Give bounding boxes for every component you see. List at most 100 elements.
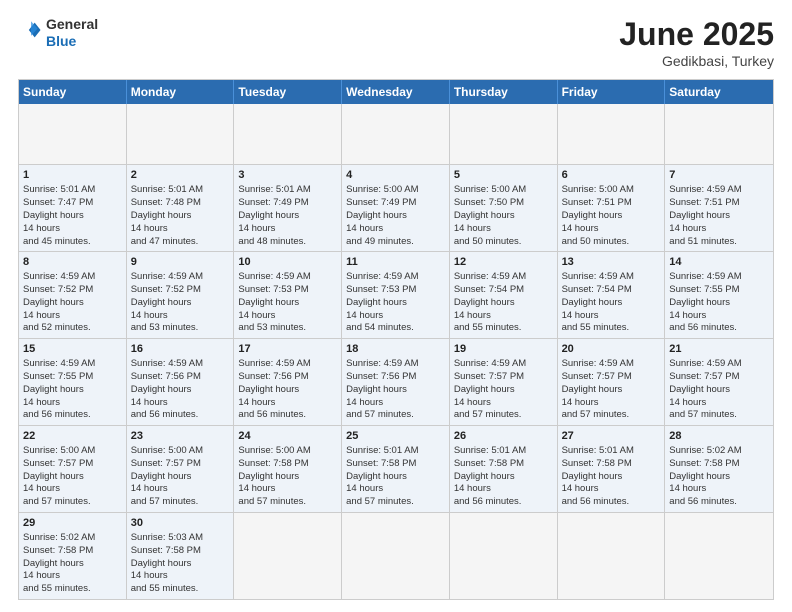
daylight-hours: 14 hours: [238, 397, 337, 410]
sunset-text: Sunset: 7:55 PM: [23, 371, 122, 384]
sunset-text: Sunset: 7:53 PM: [346, 284, 445, 297]
daylight-hours: 14 hours: [562, 310, 661, 323]
cal-cell: 20Sunrise: 4:59 AMSunset: 7:57 PMDayligh…: [558, 339, 666, 425]
daylight-minutes: and 56 minutes.: [238, 409, 337, 422]
cal-cell: [450, 104, 558, 164]
sunset-text: Sunset: 7:52 PM: [23, 284, 122, 297]
daylight-label: Daylight hours: [131, 558, 230, 571]
sunset-text: Sunset: 7:54 PM: [454, 284, 553, 297]
daylight-label: Daylight hours: [562, 210, 661, 223]
cal-cell: 16Sunrise: 4:59 AMSunset: 7:56 PMDayligh…: [127, 339, 235, 425]
sunset-text: Sunset: 7:51 PM: [562, 197, 661, 210]
week-row-5: 29Sunrise: 5:02 AMSunset: 7:58 PMDayligh…: [19, 512, 773, 599]
sunset-text: Sunset: 7:58 PM: [454, 458, 553, 471]
day-number: 10: [238, 255, 337, 270]
daylight-minutes: and 53 minutes.: [131, 322, 230, 335]
daylight-minutes: and 56 minutes.: [131, 409, 230, 422]
sunset-text: Sunset: 7:58 PM: [669, 458, 769, 471]
daylight-hours: 14 hours: [669, 310, 769, 323]
daylight-label: Daylight hours: [23, 297, 122, 310]
sunset-text: Sunset: 7:58 PM: [23, 545, 122, 558]
daylight-label: Daylight hours: [131, 210, 230, 223]
daylight-minutes: and 52 minutes.: [23, 322, 122, 335]
daylight-hours: 14 hours: [23, 483, 122, 496]
logo-general: General: [46, 16, 98, 32]
day-number: 7: [669, 168, 769, 183]
daylight-minutes: and 56 minutes.: [669, 322, 769, 335]
cal-cell: 23Sunrise: 5:00 AMSunset: 7:57 PMDayligh…: [127, 426, 235, 512]
daylight-hours: 14 hours: [454, 310, 553, 323]
day-number: 20: [562, 342, 661, 357]
day-number: 9: [131, 255, 230, 270]
cal-cell: 1Sunrise: 5:01 AMSunset: 7:47 PMDaylight…: [19, 165, 127, 251]
cal-cell: 19Sunrise: 4:59 AMSunset: 7:57 PMDayligh…: [450, 339, 558, 425]
daylight-hours: 14 hours: [454, 397, 553, 410]
sunset-text: Sunset: 7:49 PM: [238, 197, 337, 210]
sunrise-text: Sunrise: 4:59 AM: [454, 271, 553, 284]
daylight-minutes: and 57 minutes.: [131, 496, 230, 509]
daylight-hours: 14 hours: [669, 223, 769, 236]
daylight-hours: 14 hours: [131, 483, 230, 496]
daylight-minutes: and 55 minutes.: [454, 322, 553, 335]
header: General Blue June 2025 Gedikbasi, Turkey: [18, 16, 774, 69]
sunset-text: Sunset: 7:53 PM: [238, 284, 337, 297]
sunrise-text: Sunrise: 5:00 AM: [562, 184, 661, 197]
cal-cell: 7Sunrise: 4:59 AMSunset: 7:51 PMDaylight…: [665, 165, 773, 251]
day-number: 29: [23, 516, 122, 531]
cal-cell: 9Sunrise: 4:59 AMSunset: 7:52 PMDaylight…: [127, 252, 235, 338]
daylight-minutes: and 57 minutes.: [346, 409, 445, 422]
daylight-minutes: and 50 minutes.: [562, 236, 661, 249]
daylight-label: Daylight hours: [669, 297, 769, 310]
sunrise-text: Sunrise: 5:00 AM: [346, 184, 445, 197]
daylight-hours: 14 hours: [238, 310, 337, 323]
header-day-wednesday: Wednesday: [342, 80, 450, 104]
calendar-body: 1Sunrise: 5:01 AMSunset: 7:47 PMDaylight…: [19, 104, 773, 599]
daylight-hours: 14 hours: [454, 223, 553, 236]
cal-cell: 15Sunrise: 4:59 AMSunset: 7:55 PMDayligh…: [19, 339, 127, 425]
daylight-minutes: and 57 minutes.: [238, 496, 337, 509]
daylight-minutes: and 51 minutes.: [669, 236, 769, 249]
daylight-hours: 14 hours: [454, 483, 553, 496]
cal-cell: [19, 104, 127, 164]
daylight-label: Daylight hours: [454, 471, 553, 484]
sunrise-text: Sunrise: 4:59 AM: [346, 358, 445, 371]
day-number: 27: [562, 429, 661, 444]
day-number: 1: [23, 168, 122, 183]
daylight-minutes: and 47 minutes.: [131, 236, 230, 249]
sunrise-text: Sunrise: 5:01 AM: [454, 445, 553, 458]
cal-cell: [665, 104, 773, 164]
page: General Blue June 2025 Gedikbasi, Turkey…: [0, 0, 792, 612]
day-number: 6: [562, 168, 661, 183]
daylight-minutes: and 56 minutes.: [23, 409, 122, 422]
day-number: 28: [669, 429, 769, 444]
sunset-text: Sunset: 7:50 PM: [454, 197, 553, 210]
daylight-label: Daylight hours: [23, 384, 122, 397]
day-number: 30: [131, 516, 230, 531]
sunset-text: Sunset: 7:57 PM: [669, 371, 769, 384]
daylight-label: Daylight hours: [454, 297, 553, 310]
logo: General Blue: [18, 16, 98, 50]
day-number: 15: [23, 342, 122, 357]
daylight-minutes: and 56 minutes.: [669, 496, 769, 509]
daylight-hours: 14 hours: [562, 397, 661, 410]
sunrise-text: Sunrise: 4:59 AM: [346, 271, 445, 284]
cal-cell: 8Sunrise: 4:59 AMSunset: 7:52 PMDaylight…: [19, 252, 127, 338]
daylight-label: Daylight hours: [346, 471, 445, 484]
sunrise-text: Sunrise: 5:01 AM: [238, 184, 337, 197]
cal-cell: [342, 513, 450, 599]
daylight-label: Daylight hours: [23, 471, 122, 484]
daylight-minutes: and 49 minutes.: [346, 236, 445, 249]
daylight-label: Daylight hours: [131, 471, 230, 484]
sunset-text: Sunset: 7:49 PM: [346, 197, 445, 210]
daylight-hours: 14 hours: [346, 223, 445, 236]
cal-cell: [234, 513, 342, 599]
sunset-text: Sunset: 7:57 PM: [23, 458, 122, 471]
header-day-thursday: Thursday: [450, 80, 558, 104]
sunrise-text: Sunrise: 5:01 AM: [23, 184, 122, 197]
header-day-friday: Friday: [558, 80, 666, 104]
cal-cell: 2Sunrise: 5:01 AMSunset: 7:48 PMDaylight…: [127, 165, 235, 251]
sunset-text: Sunset: 7:58 PM: [131, 545, 230, 558]
day-number: 5: [454, 168, 553, 183]
daylight-hours: 14 hours: [562, 223, 661, 236]
cal-cell: 28Sunrise: 5:02 AMSunset: 7:58 PMDayligh…: [665, 426, 773, 512]
